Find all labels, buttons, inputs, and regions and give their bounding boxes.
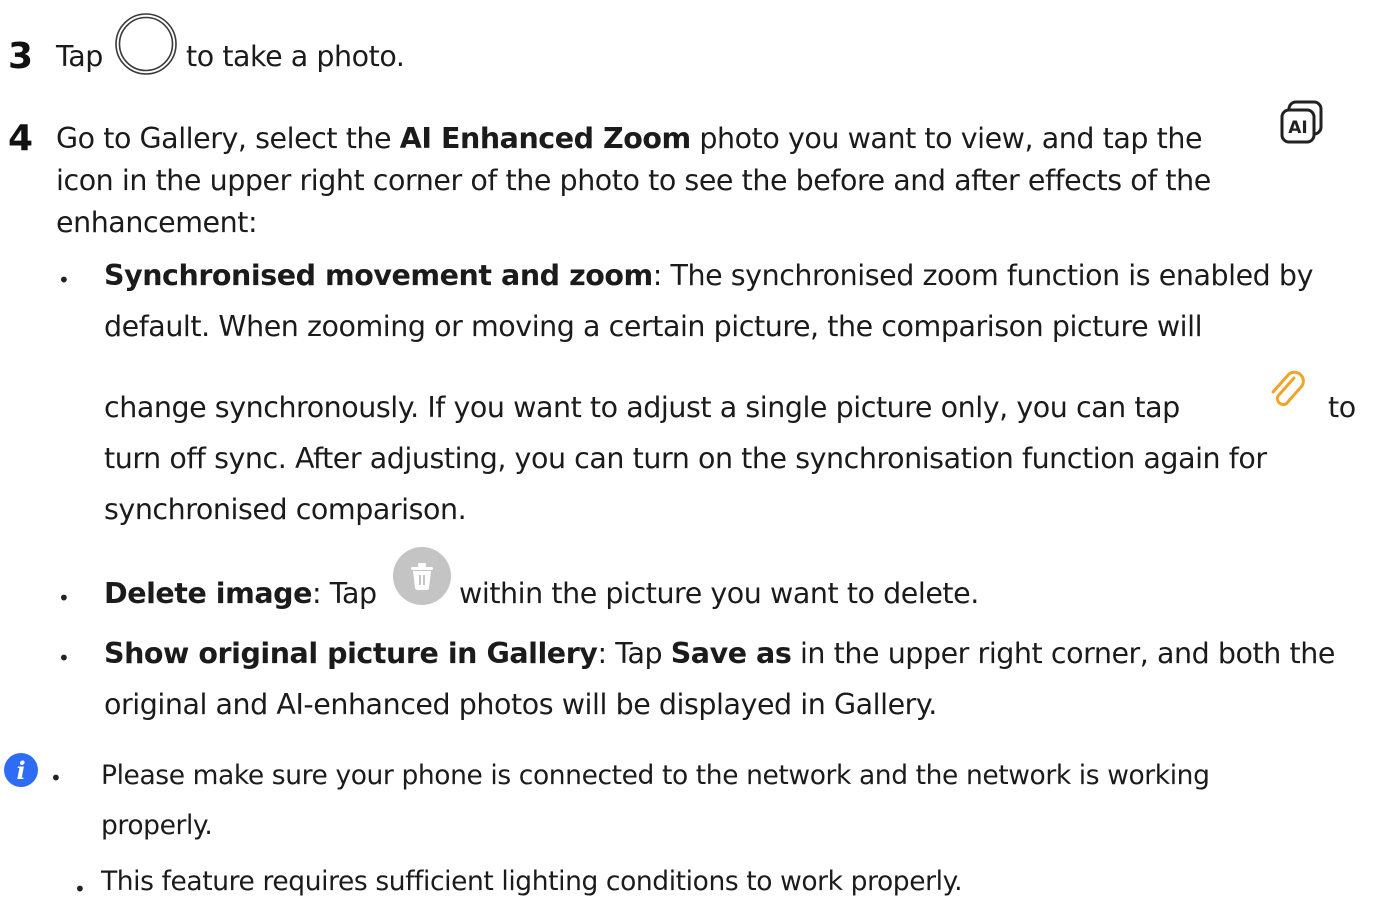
sync-line-3-post: to [1328, 391, 1356, 424]
note-2: This feature requires sufficient lightin… [101, 866, 963, 897]
delete-line-pre: Delete image: Tap [104, 577, 377, 610]
step3-text-post: to take a photo. [186, 40, 405, 73]
delete-title: Delete image [104, 577, 312, 610]
info-icon: i [4, 753, 38, 787]
step4-l1-pre: Go to Gallery, select the [56, 122, 400, 155]
sync-line-2: default. When zooming or moving a certai… [104, 310, 1203, 343]
shutter-icon [115, 13, 177, 75]
link-icon [1271, 370, 1305, 407]
delete-pre: : Tap [312, 577, 377, 610]
bullet-dot: • [58, 586, 70, 610]
step4-line-1: Go to Gallery, select the AI Enhanced Zo… [56, 122, 1203, 155]
step4-line-3: enhancement: [56, 206, 258, 239]
svg-text:i: i [16, 756, 25, 785]
sync-l1-rest: : The synchronised zoom function is enab… [652, 259, 1314, 292]
ai-enhanced-zoom-term: AI Enhanced Zoom [399, 122, 691, 155]
step4-l1-post: photo you want to view, and tap the [690, 122, 1203, 155]
step4-line-2: icon in the upper right corner of the ph… [56, 164, 1211, 197]
original-mid2: in the upper right corner, and both the [791, 637, 1335, 670]
sync-line-3-pre: change synchronously. If you want to adj… [104, 391, 1180, 424]
save-as-term: Save as [670, 637, 792, 670]
trash-icon [393, 547, 451, 605]
original-title: Show original picture in Gallery [104, 637, 598, 670]
sync-line-4: turn off sync. After adjusting, you can … [104, 442, 1267, 475]
bullet-dot: • [58, 646, 70, 670]
delete-post: within the picture you want to delete. [459, 577, 979, 610]
sync-line-5: synchronised comparison. [104, 493, 467, 526]
svg-text:AI: AI [1288, 118, 1307, 138]
note-bullet: • [74, 877, 86, 901]
bullet-dot: • [58, 268, 70, 292]
sync-title: Synchronised movement and zoom [104, 259, 653, 292]
original-mid1: : Tap [597, 637, 671, 670]
step-number-3: 3 [8, 36, 34, 77]
note-1-line-1: Please make sure your phone is connected… [101, 760, 1210, 791]
sync-line-1: Synchronised movement and zoom: The sync… [104, 259, 1313, 292]
note-1-line-2: properly. [101, 810, 213, 841]
original-line-1: Show original picture in Gallery: Tap Sa… [104, 637, 1335, 670]
step-number-4: 4 [8, 118, 34, 159]
original-line-2: original and AI-enhanced photos will be … [104, 688, 937, 721]
step3-text-pre: Tap [56, 40, 103, 73]
ai-compare-icon: AI [1280, 100, 1323, 144]
note-bullet: • [50, 766, 62, 790]
